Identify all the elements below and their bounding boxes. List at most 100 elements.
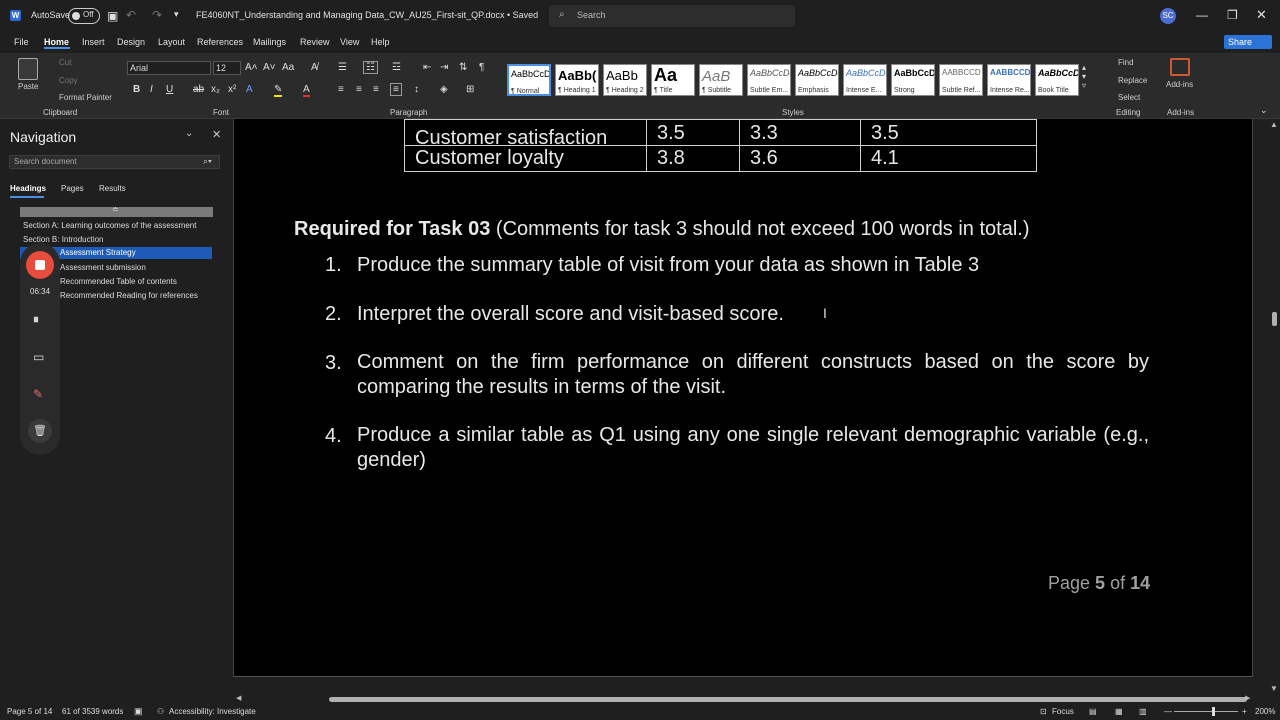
underline-icon[interactable]: U	[166, 84, 173, 95]
style-tile[interactable]: AaBb ¶ Heading 2	[603, 64, 647, 96]
list-item[interactable]: Produce the summary table of visit from …	[357, 254, 979, 277]
align-left-icon[interactable]: ≡	[338, 84, 344, 95]
proofing-icon[interactable]: ▣	[134, 706, 143, 717]
menu-mailings[interactable]: Mailings	[253, 37, 286, 47]
scroll-right-icon[interactable]: ▶	[1245, 694, 1250, 702]
close-icon[interactable]: ✕	[1256, 7, 1267, 23]
focus-icon[interactable]: ⊡	[1040, 707, 1047, 716]
focus-button[interactable]: Focus	[1052, 707, 1074, 716]
stop-recording-button[interactable]	[26, 251, 54, 279]
style-tile[interactable]: AaBbCcDd Strong	[891, 64, 935, 96]
list-item[interactable]: Produce a similar table as Q1 using any …	[357, 423, 1149, 473]
shading-icon[interactable]: ◈	[440, 84, 448, 95]
nav-heading-collapsed[interactable]: ≐	[20, 205, 213, 217]
menu-view[interactable]: View	[340, 37, 359, 47]
status-word-count[interactable]: 61 of 3539 words	[62, 707, 123, 716]
table-cell[interactable]: 3.6	[739, 145, 861, 172]
paste-button[interactable]: Paste	[18, 82, 38, 91]
text-effects-icon[interactable]: A	[246, 84, 253, 95]
scroll-up-icon[interactable]: ▲	[1270, 120, 1278, 129]
list-item[interactable]: Comment on the firm performance on diffe…	[357, 350, 1149, 400]
nav-tab-pages[interactable]: Pages	[61, 184, 84, 193]
nav-heading-item[interactable]: Assessment submission	[60, 263, 146, 272]
table-cell[interactable]: 4.1	[860, 145, 1037, 172]
list-item[interactable]: Interpret the overall score and visit-ba…	[357, 303, 784, 326]
style-tile[interactable]: AABBCCD Intense Re...	[987, 64, 1031, 96]
table-cell[interactable]: 3.5	[860, 119, 1037, 146]
undo-icon[interactable]: ↶	[126, 8, 136, 22]
print-layout-icon[interactable]: ▦	[1115, 707, 1123, 716]
zoom-in-icon[interactable]: +	[1242, 707, 1247, 716]
font-color-icon[interactable]: A	[303, 84, 310, 97]
table-cell[interactable]: 3.8	[646, 145, 740, 172]
select-button[interactable]: Select	[1118, 93, 1140, 102]
web-layout-icon[interactable]: ▥	[1139, 707, 1147, 716]
menu-home[interactable]: Home	[44, 37, 69, 47]
pause-icon[interactable]: ⏸	[33, 312, 39, 327]
zoom-level[interactable]: 200%	[1255, 707, 1275, 716]
menu-references[interactable]: References	[197, 37, 243, 47]
bullets-icon[interactable]: ☰	[338, 62, 347, 73]
addins-icon[interactable]	[1170, 58, 1190, 76]
horizontal-scroll-thumb[interactable]	[329, 697, 1247, 702]
style-tile[interactable]: AaBbCcDc Intense E...	[843, 64, 887, 96]
nav-tab-headings[interactable]: Headings	[10, 184, 46, 193]
clear-formatting-icon[interactable]: A̸	[311, 62, 318, 73]
vertical-scroll-thumb[interactable]	[1272, 312, 1277, 326]
redo-icon[interactable]: ↷	[152, 8, 162, 22]
task-heading[interactable]: Required for Task 03 (Comments for task …	[294, 218, 1030, 241]
style-tile[interactable]: AaBbCcDc ¶ Normal	[507, 64, 551, 96]
paste-icon[interactable]	[18, 58, 38, 80]
borders-icon[interactable]: ⊞	[466, 84, 474, 95]
accessibility-icon[interactable]: ⚇	[157, 707, 164, 716]
style-tile[interactable]: Aa ¶ Title	[651, 64, 695, 96]
multilevel-list-icon[interactable]: ☲	[392, 62, 401, 73]
menu-design[interactable]: Design	[117, 37, 145, 47]
avatar[interactable]: SC	[1160, 8, 1176, 24]
menu-file[interactable]: File	[14, 37, 29, 47]
scroll-down-icon[interactable]: ▼	[1270, 684, 1278, 693]
style-tile[interactable]: AaBbCcDc Subtle Em...	[747, 64, 791, 96]
addins-button[interactable]: Add-ins	[1166, 80, 1193, 89]
menu-insert[interactable]: Insert	[82, 37, 105, 47]
font-family-select[interactable]: Arial	[127, 61, 211, 75]
sort-icon[interactable]: ⇅	[459, 62, 467, 73]
grow-font-icon[interactable]: A˄	[245, 62, 258, 73]
vertical-scrollbar[interactable]	[1253, 119, 1280, 692]
zoom-slider-thumb[interactable]	[1212, 707, 1215, 716]
table-cell[interactable]: Customer satisfaction	[404, 119, 647, 146]
restore-icon[interactable]: ❐	[1227, 8, 1238, 22]
replace-button[interactable]: Replace	[1118, 76, 1147, 85]
superscript-icon[interactable]: x²	[228, 84, 236, 95]
collapse-ribbon-icon[interactable]: ⌄	[1260, 105, 1268, 116]
styles-scroll-icon[interactable]: ▴ ▾ ▿	[1082, 63, 1086, 90]
align-center-icon[interactable]: ≡	[356, 84, 362, 95]
find-button[interactable]: Find	[1118, 58, 1134, 67]
share-button[interactable]: Share	[1224, 35, 1272, 49]
delete-icon[interactable]: 🗑	[28, 419, 52, 443]
search-box[interactable]: ⌕ Search	[549, 5, 795, 27]
bold-icon[interactable]: B	[133, 84, 140, 95]
style-tile[interactable]: AaBb(¶ Heading 1	[555, 64, 599, 96]
nav-options-icon[interactable]: ⌄	[185, 128, 193, 139]
italic-icon[interactable]: I	[150, 84, 153, 95]
scroll-left-icon[interactable]: ◀	[236, 694, 241, 702]
numbering-icon[interactable]: ☷	[363, 61, 378, 74]
shrink-font-icon[interactable]: A˅	[263, 62, 276, 73]
save-icon[interactable]: ▣	[107, 9, 118, 23]
decrease-indent-icon[interactable]: ⇤	[423, 62, 431, 73]
table-cell[interactable]: Customer loyalty	[404, 145, 647, 172]
style-tile[interactable]: AABBCCD Subtle Ref...	[939, 64, 983, 96]
read-mode-icon[interactable]: ▤	[1089, 707, 1097, 716]
copy-button[interactable]: Copy	[59, 76, 78, 85]
font-size-select[interactable]: 12	[213, 61, 241, 75]
nav-search-icon[interactable]: ⌕▾	[203, 156, 212, 167]
subscript-icon[interactable]: x₂	[211, 84, 220, 95]
camera-icon[interactable]: ▭	[33, 350, 44, 364]
menu-help[interactable]: Help	[371, 37, 390, 47]
draw-icon[interactable]: ✎	[33, 387, 43, 401]
minimize-icon[interactable]: —	[1196, 8, 1208, 22]
status-page[interactable]: Page 5 of 14	[7, 707, 52, 716]
cut-button[interactable]: Cut	[59, 58, 71, 67]
nav-close-icon[interactable]: ✕	[212, 128, 221, 141]
